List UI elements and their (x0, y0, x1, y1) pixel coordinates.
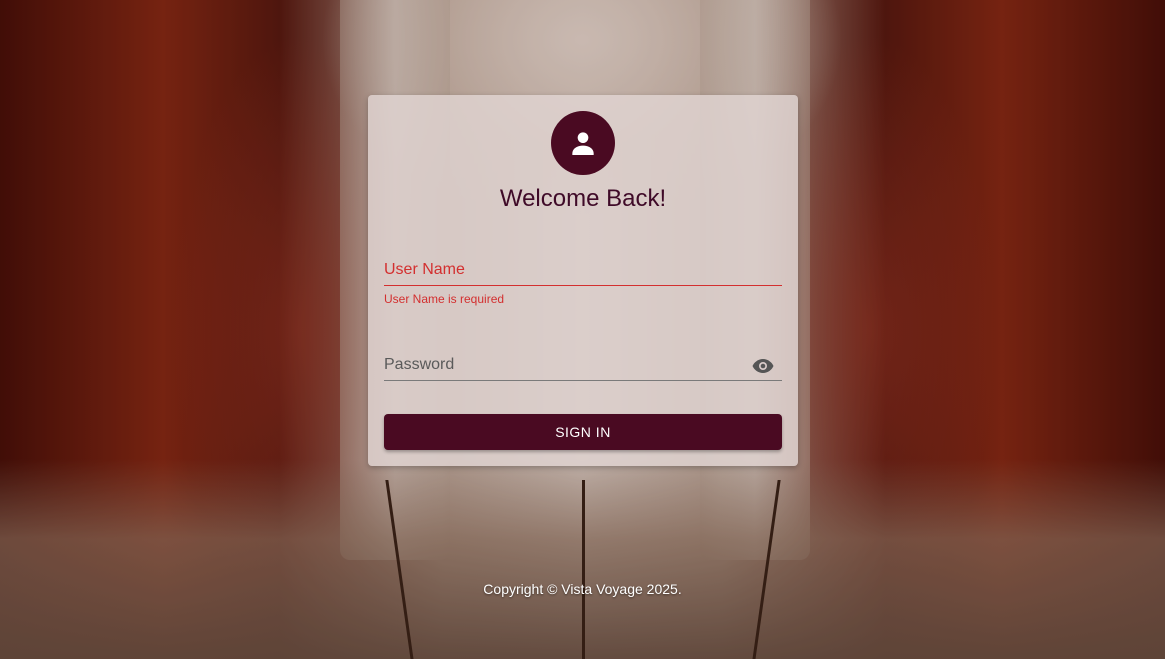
avatar (551, 111, 615, 175)
page-title: Welcome Back! (499, 185, 667, 212)
username-field-wrapper (384, 255, 782, 286)
eye-icon (752, 359, 774, 373)
person-icon (572, 132, 594, 155)
copyright-text: Copyright © Vista Voyage 2025. (483, 581, 682, 597)
username-input[interactable] (384, 255, 782, 286)
sign-in-button[interactable]: SIGN IN (384, 414, 782, 450)
password-field-wrapper (384, 350, 782, 381)
login-card: Welcome Back! User Name is required SIGN… (368, 95, 798, 466)
password-input[interactable] (384, 350, 782, 381)
toggle-password-button[interactable] (750, 354, 776, 378)
username-error: User Name is required (384, 292, 505, 306)
